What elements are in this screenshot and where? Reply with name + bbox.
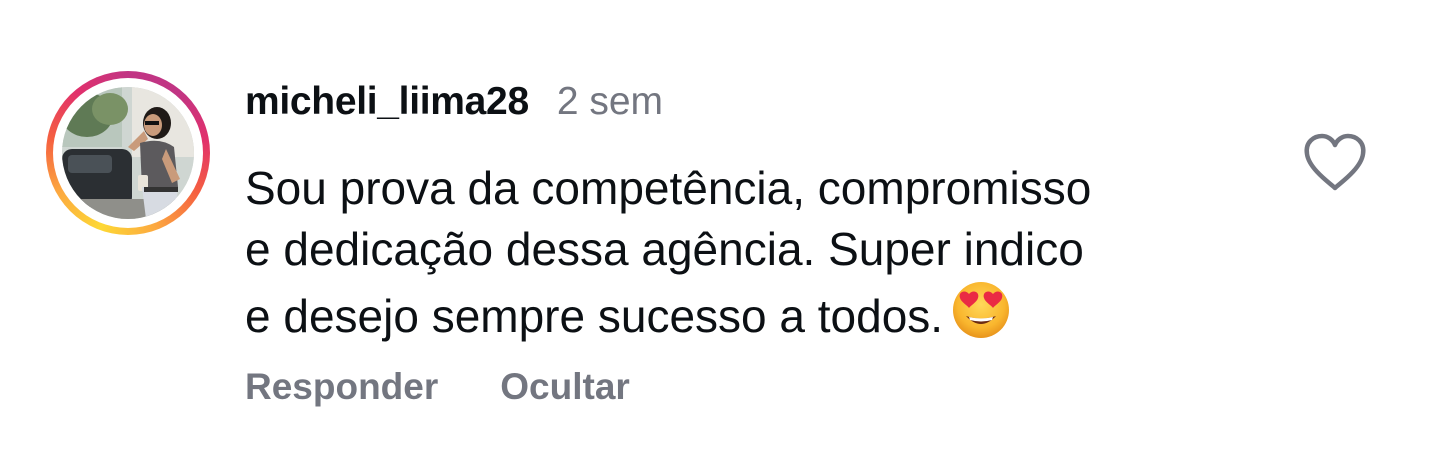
avatar-border <box>53 78 203 228</box>
comment-item: micheli_liima28 2 sem Sou prova da compe… <box>0 0 1440 472</box>
reply-button[interactable]: Responder <box>245 366 438 408</box>
hide-button[interactable]: Ocultar <box>500 366 630 408</box>
comment-timestamp[interactable]: 2 sem <box>557 80 663 124</box>
avatar-photo <box>62 87 194 219</box>
comment-line-3: e desejo sempre sucesso a todos. <box>245 290 944 342</box>
comment-line-2: e dedicação dessa agência. Super indico <box>245 223 1084 275</box>
comment-line-3-wrap: e desejo sempre sucesso a todos. <box>245 280 1255 355</box>
comment-body: Sou prova da competência, compromisso e … <box>245 158 1255 355</box>
username-link[interactable]: micheli_liima28 <box>245 80 529 124</box>
comment-line-1: Sou prova da competência, compromisso <box>245 162 1092 214</box>
comment-header: micheli_liima28 2 sem <box>245 80 663 130</box>
heart-outline-icon[interactable] <box>1303 133 1367 193</box>
avatar[interactable] <box>62 87 194 219</box>
heart-eyes-emoji-icon <box>951 280 1011 355</box>
comment-actions: Responder Ocultar <box>245 366 630 408</box>
story-ring[interactable] <box>46 71 210 235</box>
